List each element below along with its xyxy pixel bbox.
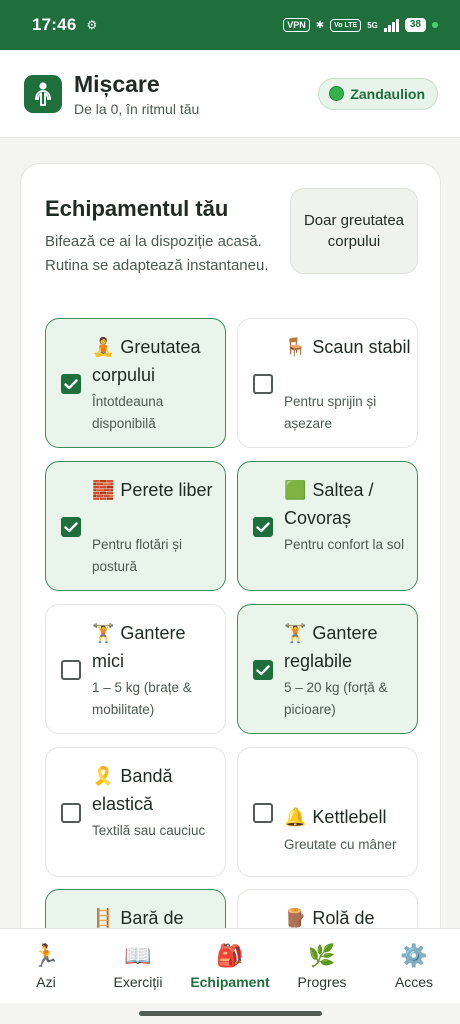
equipment-title: 🧘 Greutatea corpului — [92, 333, 220, 389]
section-description: Bifează ce ai la dispoziție acasă. Rutin… — [45, 233, 269, 274]
equipment-subtitle: Pentru flotări și postură — [92, 537, 183, 574]
nav-item-today[interactable]: 🏃 Azi — [0, 929, 92, 1003]
equipment-checkbox[interactable] — [253, 517, 273, 537]
equipment-subtitle: Pentru sprijin și așezare — [284, 394, 377, 431]
equipment-tile[interactable]: 🪑 Scaun stabil Pentru sprijin și așezare — [237, 318, 418, 448]
equipment-checkbox[interactable] — [61, 803, 81, 823]
leaf-icon: 🌿 — [308, 943, 336, 968]
equipment-checkbox[interactable] — [253, 803, 273, 823]
equipment-subtitle: Pentru confort la sol — [284, 537, 405, 552]
nav-item-progress[interactable]: 🌿 Progres — [276, 929, 368, 1003]
equipment-title-text: Kettlebell — [312, 807, 387, 827]
equipment-checkbox[interactable] — [253, 374, 273, 394]
dumbbell-icon: 🏋️ — [92, 623, 115, 643]
equipment-title: 🧱 Perete liber — [92, 476, 220, 504]
status-time: 17:46 — [32, 15, 77, 34]
ribbon-icon: 🎗️ — [92, 766, 115, 786]
app-title: Mișcare — [74, 70, 160, 97]
equipment-checkbox[interactable] — [61, 660, 81, 680]
user-name: Zandaulion — [350, 85, 425, 102]
volte-badge: Vo LTE — [330, 18, 362, 32]
equipment-title: 🔔 Kettlebell — [284, 803, 412, 831]
equipment-tile[interactable]: 🧘 Greutatea corpului Întotdeauna disponibi… — [45, 318, 226, 448]
settings-status-icon: ⚙ — [86, 18, 98, 32]
nav-item-exercises[interactable]: 📖 Exerciții — [92, 929, 184, 1003]
equipment-tile[interactable]: 🎗️ Bandă elastică Textilă sau cauciuc — [45, 747, 226, 877]
equipment-checkbox[interactable] — [61, 517, 81, 537]
dumbbell-icon: 🏋️ — [284, 623, 307, 643]
equipment-title-text: Bară de — [120, 908, 184, 928]
equipment-title: 🏋️ Gantere reglabile — [284, 619, 412, 675]
mat-icon: 🟩 — [284, 480, 307, 500]
chair-icon: 🪑 — [284, 337, 307, 357]
nav-item-access[interactable]: ⚙️ Acces — [368, 929, 460, 1003]
nav-item-equipment[interactable]: 🎒 Echipament — [184, 929, 276, 1003]
equipment-tile[interactable]: 🟩 Saltea / Covoraș Pentru confort la sol — [237, 461, 418, 591]
equipment-subtitle: 5 – 20 kg (forță & picioare) — [284, 680, 388, 717]
home-gesture-bar[interactable] — [139, 1011, 322, 1016]
gesture-area — [0, 1003, 460, 1024]
equipment-title: 🪑 Scaun stabil — [284, 333, 412, 361]
status-bar: 17:46 ⚙ VPN ✱ Vo LTE 5G 38 — [0, 0, 460, 50]
ladder-icon: 🪜 — [92, 908, 115, 928]
app-subtitle: De la 0, în ritmul tău — [74, 100, 200, 117]
equipment-tile[interactable]: 🧱 Perete liber Pentru flotări și postură — [45, 461, 226, 591]
equipment-title: 🏋️ Gantere mici — [92, 619, 220, 675]
equipment-title-text: Perete liber — [120, 480, 213, 500]
bluetooth-icon: ✱ — [315, 19, 325, 31]
equipment-title-text: Rolă de — [312, 908, 375, 928]
equipment-subtitle: Întotdeauna disponibilă — [92, 394, 164, 431]
equipment-subtitle: Textilă sau cauciuc — [92, 823, 206, 838]
battery-indicator: 38 — [404, 18, 426, 32]
gear-icon: ⚙️ — [400, 943, 428, 968]
vpn-badge: VPN — [283, 18, 310, 32]
equipment-checkbox[interactable] — [61, 374, 81, 394]
equipment-checkbox[interactable] — [253, 660, 273, 680]
nav-label: Exerciții — [113, 974, 163, 990]
nav-label: Azi — [36, 974, 56, 990]
equipment-tile[interactable]: 🏋️ Gantere mici 1 – 5 kg (brațe & mobilita… — [45, 604, 226, 734]
bodyweight-only-button[interactable]: Doar greutatea corpului — [290, 188, 418, 274]
nav-label: Acces — [394, 974, 434, 990]
signal-icon — [383, 18, 399, 32]
nav-label: Echipament — [190, 974, 270, 990]
bottom-nav: 🏃 Azi 📖 Exerciții 🎒 Echipament 🌿 Progres ⚙️ Acces — [0, 928, 460, 1003]
equipment-title-text: Scaun stabil — [312, 337, 411, 357]
user-status-icon — [329, 86, 345, 101]
book-icon: 📖 — [124, 943, 152, 968]
app-logo-icon — [24, 74, 62, 113]
nav-label: Progres — [297, 974, 347, 990]
meditation-icon: 🧘 — [92, 337, 115, 357]
app-header: Mișcare De la 0, în ritmul tău Zandaulio… — [0, 50, 460, 138]
privacy-dot-icon — [432, 22, 438, 28]
equipment-tile[interactable]: 🔔 Kettlebell Greutate cu mâner — [237, 747, 418, 877]
equipment-tile[interactable]: 🏋️ Gantere reglabile 5 – 20 kg (forță & pi… — [237, 604, 418, 734]
backpack-icon: 🎒 — [216, 943, 244, 968]
equipment-subtitle: 1 – 5 kg (brațe & mobilitate) — [92, 680, 192, 717]
section-title: Echipamentul tău — [45, 196, 229, 221]
brick-icon: 🧱 — [92, 480, 115, 500]
log-icon: 🪵 — [284, 908, 307, 928]
equipment-title: 🟩 Saltea / Covoraș — [284, 476, 412, 532]
user-chip[interactable]: Zandaulion — [318, 77, 438, 110]
bell-icon: 🔔 — [284, 807, 307, 827]
runner-icon: 🏃 — [32, 943, 60, 968]
network-label: 5G — [367, 20, 378, 30]
equipment-card: Echipamentul tău Bifează ce ai la dispoz… — [20, 163, 441, 1019]
equipment-title: 🎗️ Bandă elastică — [92, 762, 220, 818]
equipment-subtitle: Greutate cu mâner — [284, 837, 397, 852]
